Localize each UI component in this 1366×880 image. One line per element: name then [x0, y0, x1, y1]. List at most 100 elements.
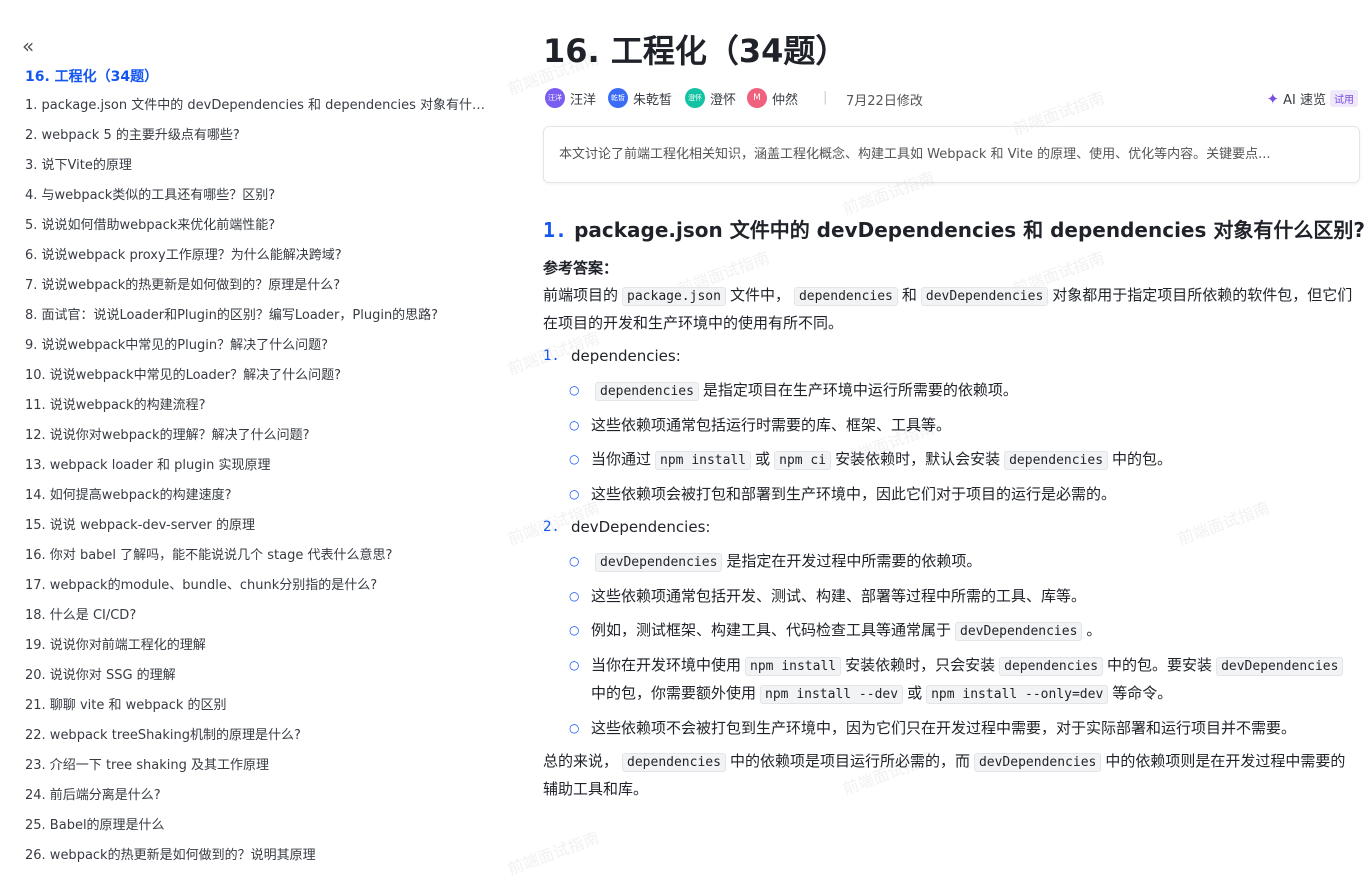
avatar: 乾皙 — [608, 88, 628, 108]
text: 是指定在开发过程中所需要的依赖项。 — [726, 552, 982, 570]
inline-code: npm install --only=dev — [926, 685, 1109, 704]
bullet-item: ○ devDependencies 是指定在开发过程中所需要的依赖项。 — [543, 548, 1358, 576]
toc-item[interactable]: 12. 说说你对webpack的理解？解决了什么问题? — [25, 424, 495, 454]
text: 或 — [755, 450, 771, 468]
ordered-item: 2. devDependencies: — [543, 514, 1358, 541]
ordered-number: 1. — [543, 348, 560, 364]
toc-item[interactable]: 4. 与webpack类似的工具还有哪些？区别? — [25, 184, 495, 214]
author[interactable]: 澄怀 澄怀 — [685, 88, 736, 108]
bullet-circle-icon: ○ — [569, 623, 580, 637]
trial-badge: 试用 — [1330, 90, 1358, 107]
text: 。 — [1086, 621, 1102, 639]
toc-item[interactable]: 1. package.json 文件中的 devDependencies 和 d… — [25, 94, 495, 124]
inline-code: dependencies — [1004, 451, 1109, 470]
bullet-circle-icon: ○ — [569, 589, 580, 603]
toc-item[interactable]: 23. 介绍一下 tree shaking 及其工作原理 — [25, 754, 495, 784]
text: 文件中， — [729, 286, 790, 304]
toc-item[interactable]: 24. 前后端分离是什么? — [25, 784, 495, 814]
inline-code: devDependencies — [920, 287, 1049, 306]
author-name: 澄怀 — [710, 92, 737, 108]
toc-item[interactable]: 22. webpack treeShaking机制的原理是什么? — [25, 724, 495, 754]
inline-code: dependencies — [622, 753, 726, 772]
author-name: 仲然 — [772, 92, 799, 108]
ai-label: AI 速览 — [1283, 93, 1326, 108]
toc-item[interactable]: 9. 说说webpack中常见的Plugin？解决了什么问题? — [25, 334, 495, 364]
toc-item[interactable]: 21. 聊聊 vite 和 webpack 的区别 — [25, 694, 495, 724]
toc-item[interactable]: 14. 如何提高webpack的构建速度? — [25, 484, 495, 514]
inline-code: dependencies — [793, 287, 898, 306]
inline-code: devDependencies — [595, 553, 723, 572]
toc-item[interactable]: 10. 说说webpack中常见的Loader？解决了什么问题? — [25, 364, 495, 394]
toc-item[interactable]: 17. webpack的module、bundle、chunk分别指的是什么? — [25, 574, 495, 604]
author[interactable]: 汪洋 汪洋 — [545, 88, 596, 108]
question-heading: 1. package.json 文件中的 devDependencies 和 d… — [543, 210, 1365, 250]
inline-code: npm install — [745, 657, 842, 676]
bullet-item: ○ 这些依赖项通常包括运行时需要的库、框架、工具等。 — [543, 412, 1358, 439]
avatar: M — [747, 88, 767, 108]
bullet-circle-icon: ○ — [569, 658, 580, 672]
double-chevron-left-icon[interactable]: « — [22, 36, 40, 56]
text: 中的包。要安装 — [1107, 656, 1213, 674]
ordered-number: 2. — [543, 519, 560, 535]
bullet-item: ○ 例如，测试框架、构建工具、代码检查工具等通常属于 devDependencies… — [543, 617, 1358, 645]
author[interactable]: M 仲然 — [747, 88, 798, 108]
toc-item[interactable]: 19. 说说你对前端工程化的理解 — [25, 634, 495, 664]
text: 等命令。 — [1112, 684, 1173, 702]
toc-sidebar: « 16. 工程化（34题） 1. package.json 文件中的 devD… — [0, 0, 500, 872]
toc-section-title[interactable]: 16. 工程化（34题） — [25, 66, 158, 86]
toc-item[interactable]: 5. 说说如何借助webpack来优化前端性能? — [25, 214, 495, 244]
inline-code: dependencies — [595, 382, 699, 401]
ordered-item: 1. dependencies: — [543, 343, 1358, 370]
text: 前端项目的 — [543, 286, 619, 304]
toc-item[interactable]: 8. 面试官：说说Loader和Plugin的区别？编写Loader，Plugi… — [25, 304, 495, 334]
inline-code: dependencies — [999, 657, 1104, 676]
page-title: 16. 工程化（34题） — [543, 32, 848, 70]
text: 这些依赖项不会被打包到生产环境中，因为它们只在开发过程中需要，对于实际部署和运行… — [591, 719, 1297, 737]
question-text: package.json 文件中的 devDependencies 和 depe… — [574, 218, 1365, 242]
inline-code: devDependencies — [955, 622, 1083, 641]
sparkle-icon: ✦ — [1266, 89, 1280, 108]
text: 安装依赖时，默认会安装 — [835, 450, 1001, 468]
ai-summary-box[interactable]: 本文讨论了前端工程化相关知识，涵盖工程化概念、构建工具如 Webpack 和 V… — [543, 126, 1360, 183]
toc-item[interactable]: 3. 说下Vite的原理 — [25, 154, 495, 184]
inline-code: devDependencies — [973, 753, 1102, 772]
bullet-circle-icon: ○ — [569, 721, 580, 735]
toc-item[interactable]: 26. webpack的热更新是如何做到的？说明其原理 — [25, 844, 495, 872]
text: 当你通过 — [591, 450, 652, 468]
text: 安装依赖时，只会安装 — [845, 656, 996, 674]
text: 这些依赖项会被打包和部署到生产环境中，因此它们对于项目的运行是必需的。 — [591, 485, 1117, 503]
bullet-circle-icon: ○ — [569, 452, 580, 466]
inline-code: npm ci — [774, 451, 832, 470]
bullet-item: ○ dependencies 是指定项目在生产环境中运行所需要的依赖项。 — [543, 377, 1358, 405]
toc-item[interactable]: 20. 说说你对 SSG 的理解 — [25, 664, 495, 694]
doc-content: 1. package.json 文件中的 devDependencies 和 d… — [543, 210, 1365, 803]
doc-meta: 汪洋 汪洋 乾皙 朱乾皙 澄怀 澄怀 M 仲然 | 7月22日修改 ✦ AI 速… — [543, 88, 1358, 112]
bullet-item: ○ 当你在开发环境中使用 npm install 安装依赖时，只会安装 dependen… — [543, 652, 1358, 708]
question-number: 1. — [543, 218, 568, 242]
text: 这些依赖项通常包括运行时需要的库、框架、工具等。 — [591, 416, 952, 434]
avatar: 澄怀 — [685, 88, 705, 108]
text: 这些依赖项通常包括开发、测试、构建、部署等过程中所需的工具、库等。 — [591, 587, 1087, 605]
text: 总的来说， — [543, 752, 619, 770]
bullet-circle-icon: ○ — [569, 554, 580, 568]
toc-item[interactable]: 18. 什么是 CI/CD? — [25, 604, 495, 634]
toc-item[interactable]: 2. webpack 5 的主要升级点有哪些? — [25, 124, 495, 154]
toc-item[interactable]: 15. 说说 webpack-dev-server 的原理 — [25, 514, 495, 544]
toc-item[interactable]: 11. 说说webpack的构建流程? — [25, 394, 495, 424]
inline-code: package.json — [622, 287, 726, 306]
bullet-item: ○ 这些依赖项不会被打包到生产环境中，因为它们只在开发过程中需要，对于实际部署和运… — [543, 715, 1358, 742]
toc-item[interactable]: 25. Babel的原理是什么 — [25, 814, 495, 844]
watermark: 前端面试指南 — [505, 828, 602, 879]
text: 中的包，你需要额外使用 — [591, 684, 757, 702]
ai-summary-button[interactable]: ✦ AI 速览 试用 — [1267, 89, 1358, 108]
modified-time: 7月22日修改 — [846, 94, 923, 109]
conclusion-paragraph: 总的来说， dependencies 中的依赖项是项目运行所必需的，而 devDepe… — [543, 748, 1358, 803]
toc-item[interactable]: 6. 说说webpack proxy工作原理？为什么能解决跨域? — [25, 244, 495, 274]
toc-item[interactable]: 13. webpack loader 和 plugin 实现原理 — [25, 454, 495, 484]
text: 中的依赖项是项目运行所必需的，而 — [729, 752, 970, 770]
toc-item[interactable]: 7. 说说webpack的热更新是如何做到的？原理是什么? — [25, 274, 495, 304]
author[interactable]: 乾皙 朱乾皙 — [608, 88, 672, 108]
bullet-item: ○ 当你通过 npm install 或 npm ci 安装依赖时，默认会安装 depend… — [543, 446, 1358, 474]
toc-item[interactable]: 16. 你对 babel 了解吗，能不能说说几个 stage 代表什么意思? — [25, 544, 495, 574]
bullet-list: ○ dependencies 是指定项目在生产环境中运行所需要的依赖项。 ○ 这些依赖… — [543, 377, 1358, 508]
